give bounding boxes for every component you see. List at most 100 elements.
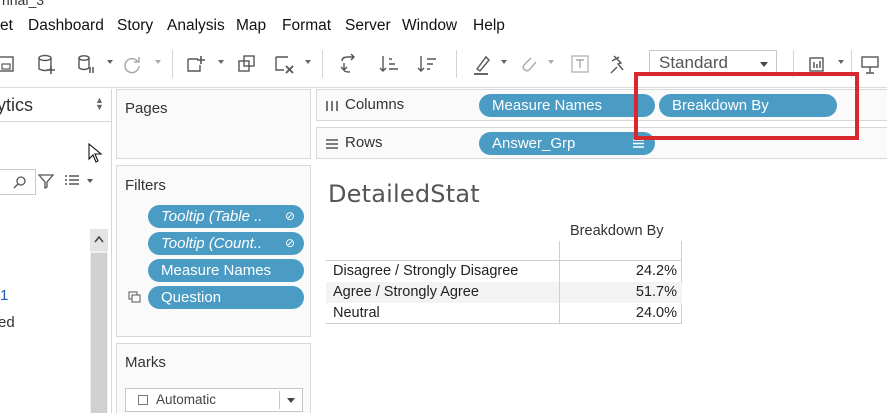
view-options-icon[interactable] <box>64 175 80 187</box>
row-label: Agree / Strongly Agree <box>333 284 479 300</box>
filter-pill-question[interactable]: Question <box>148 286 304 309</box>
table-row[interactable]: Neutral 24.0% <box>326 303 682 324</box>
scroll-up-button[interactable] <box>90 229 108 251</box>
menu-bar: et Dashboard Story Analysis Map Format S… <box>0 12 887 40</box>
columns-icon <box>326 101 338 111</box>
analytics-tab-header[interactable]: ytics ▲ ▼ <box>0 89 112 122</box>
chevron-down-icon <box>760 62 768 67</box>
fit-select-value: Standard <box>659 53 728 72</box>
worksheet-title: DetailedStat <box>328 180 480 208</box>
column-header-breakdown-by[interactable]: Breakdown By <box>570 223 664 239</box>
data-pane: ytics ▲ ▼ 1 ed <box>0 89 112 413</box>
table-gridline <box>326 323 682 324</box>
save-icon[interactable] <box>0 53 18 75</box>
rows-shelf-label: Rows <box>345 134 383 151</box>
menu-map[interactable]: Map <box>236 17 266 35</box>
filters-card[interactable]: Filters Tooltip (Table .. ⊘ Tooltip (Cou… <box>116 165 311 337</box>
row-label: Disagree / Strongly Disagree <box>333 263 519 279</box>
toolbar-separator <box>322 50 323 78</box>
rows-pill-answer-grp[interactable]: Answer_Grp <box>479 132 655 155</box>
labels-icon[interactable] <box>569 53 591 75</box>
table-gridline <box>326 260 682 261</box>
field-list-link[interactable]: 1 <box>0 287 8 304</box>
row-label: Neutral <box>333 305 380 321</box>
filter-pill-label: Question <box>161 289 222 306</box>
rows-icon <box>326 139 338 149</box>
filter-link-icon: ⊘ <box>284 236 295 250</box>
row-value: 51.7% <box>635 284 677 300</box>
rows-pill-label: Answer_Grp <box>492 135 576 152</box>
clear-sheet-caret[interactable] <box>305 60 311 64</box>
pause-updates-caret[interactable] <box>107 60 113 64</box>
pages-card-title: Pages <box>125 100 168 117</box>
columns-shelf-label: Columns <box>345 96 405 113</box>
window-title-strip: rinal_3 <box>0 0 887 12</box>
automatic-mark-icon <box>138 395 148 405</box>
field-list-item[interactable]: ed <box>0 314 15 331</box>
clear-sheet-icon[interactable] <box>273 53 295 75</box>
new-worksheet-icon[interactable] <box>185 53 207 75</box>
columns-pill-measure-names[interactable]: Measure Names <box>479 94 655 117</box>
table-gridline <box>559 241 560 261</box>
group-members-icon[interactable] <box>517 53 539 75</box>
menu-format[interactable]: Format <box>282 17 331 35</box>
analytics-tab-label: ytics <box>0 95 33 115</box>
menu-window[interactable]: Window <box>402 17 457 35</box>
group-members-caret[interactable] <box>548 60 554 64</box>
window-title: rinal_3 <box>2 0 45 8</box>
search-icon <box>13 176 26 189</box>
marks-card[interactable]: Marks Automatic <box>116 343 311 413</box>
view-options-caret[interactable] <box>87 179 93 183</box>
menu-analysis[interactable]: Analysis <box>167 17 225 35</box>
context-filter-icon <box>128 291 141 303</box>
highlight-icon[interactable] <box>471 53 493 75</box>
menu-server[interactable]: Server <box>345 17 391 35</box>
field-search-input[interactable] <box>0 169 36 195</box>
new-worksheet-caret[interactable] <box>218 60 224 64</box>
new-data-source-icon[interactable] <box>36 53 58 75</box>
select-divider <box>279 391 280 409</box>
table-gridline <box>559 260 560 324</box>
fix-axes-icon[interactable] <box>606 53 628 75</box>
scrollbar-thumb[interactable] <box>91 253 107 413</box>
refresh-caret[interactable] <box>155 60 161 64</box>
columns-pill-label: Measure Names <box>492 97 603 114</box>
menu-help[interactable]: Help <box>473 17 505 35</box>
duplicate-sheet-icon[interactable] <box>236 53 258 75</box>
refresh-icon[interactable] <box>121 53 143 75</box>
chevron-down-icon <box>287 398 295 403</box>
highlight-caret[interactable] <box>501 60 507 64</box>
marks-card-title: Marks <box>125 354 166 371</box>
row-value: 24.0% <box>635 305 677 321</box>
sort-ascending-icon[interactable] <box>378 53 400 75</box>
swap-rows-columns-icon[interactable] <box>338 53 360 75</box>
filter-pill-label: Tooltip (Table .. <box>161 208 263 225</box>
filter-icon[interactable] <box>38 173 54 189</box>
chevron-up-icon <box>94 235 104 243</box>
toolbar-separator <box>172 50 173 78</box>
pages-card[interactable]: Pages <box>116 89 311 159</box>
toolbar-separator <box>456 50 457 78</box>
presentation-icon[interactable] <box>859 53 881 75</box>
mark-type-select[interactable]: Automatic <box>125 388 303 412</box>
menu-worksheet[interactable]: et <box>0 17 13 35</box>
table-row[interactable]: Disagree / Strongly Disagree 24.2% <box>326 261 682 282</box>
filter-pill-label: Tooltip (Count.. <box>161 235 263 252</box>
filter-pill-measure-names[interactable]: Measure Names <box>148 259 304 282</box>
pause-updates-icon[interactable] <box>76 53 98 75</box>
sort-descending-icon[interactable] <box>416 53 438 75</box>
sort-indicator-icon <box>633 139 644 148</box>
filter-pill-label: Measure Names <box>161 262 272 279</box>
filter-pill-tooltip-table[interactable]: Tooltip (Table .. ⊘ <box>148 205 304 228</box>
table-row[interactable]: Agree / Strongly Agree 51.7% <box>326 282 682 303</box>
filter-link-icon: ⊘ <box>284 209 295 223</box>
row-value: 24.2% <box>635 263 677 279</box>
highlight-annotation-box <box>634 72 859 140</box>
sort-toggle-icon[interactable]: ▲ ▼ <box>95 96 104 112</box>
menu-story[interactable]: Story <box>117 17 153 35</box>
mark-type-value: Automatic <box>156 392 217 407</box>
show-me-caret[interactable] <box>838 60 844 64</box>
menu-dashboard[interactable]: Dashboard <box>28 17 104 35</box>
filter-pill-tooltip-count[interactable]: Tooltip (Count.. ⊘ <box>148 232 304 255</box>
filters-card-title: Filters <box>125 177 166 194</box>
